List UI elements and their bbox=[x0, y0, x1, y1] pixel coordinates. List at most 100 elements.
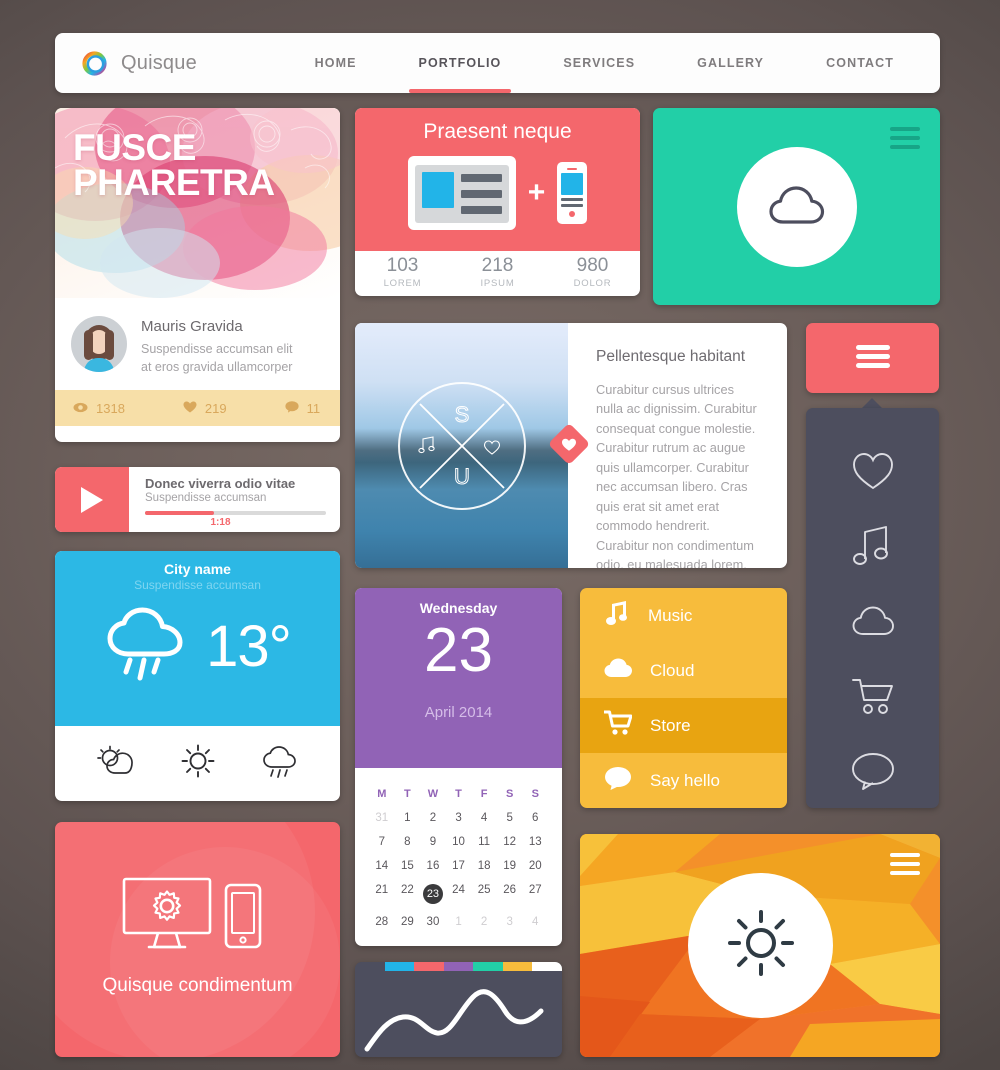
calendar-cell[interactable]: 29 bbox=[395, 910, 421, 934]
sidebar-item-chat[interactable] bbox=[851, 736, 895, 808]
stat-comments-value: 11 bbox=[306, 400, 321, 416]
calendar-cell[interactable]: 14 bbox=[369, 854, 395, 878]
rainbow-ring-logo-icon bbox=[82, 50, 107, 76]
weather-city: City name bbox=[164, 561, 231, 577]
sidebar-item-cart[interactable] bbox=[851, 661, 895, 736]
menu-list-card: Music Cloud Store Say hello bbox=[580, 588, 787, 808]
player-time: 1:18 bbox=[210, 517, 231, 528]
player-subtitle: Suspendisse accumsan bbox=[145, 492, 267, 504]
weather-card: City name Suspendisse accumsan 13° bbox=[55, 551, 340, 801]
condimentum-label: Quisque condimentum bbox=[102, 975, 293, 996]
avatar bbox=[71, 316, 127, 372]
chart-legend-blue bbox=[384, 962, 415, 971]
calendar-month-year: April 2014 bbox=[424, 704, 493, 721]
calendar-cell[interactable]: 18 bbox=[471, 854, 497, 878]
stat-likes[interactable]: 219 bbox=[183, 401, 227, 416]
svg-text:U: U bbox=[454, 464, 470, 489]
comment-icon bbox=[285, 400, 307, 416]
calendar-cell[interactable]: 27 bbox=[522, 878, 548, 910]
rain-cloud-icon bbox=[104, 604, 190, 689]
calendar-header-thu: T bbox=[455, 788, 462, 800]
cloud-card-hamburger-icon[interactable] bbox=[890, 127, 920, 154]
praesent-top: Praesent neque + bbox=[355, 108, 640, 251]
calendar-header: Wednesday 23 April 2014 bbox=[355, 588, 562, 768]
menu-item-music[interactable]: Music bbox=[580, 588, 787, 643]
calendar-cell-today[interactable]: 23 bbox=[420, 878, 446, 910]
calendar-cell[interactable]: 10 bbox=[446, 830, 472, 854]
calendar-cell[interactable]: 22 bbox=[395, 878, 421, 910]
menu-item-say-hello[interactable]: Say hello bbox=[580, 753, 787, 808]
calendar-cell[interactable]: 30 bbox=[420, 910, 446, 934]
calendar-cell[interactable]: 6 bbox=[522, 806, 548, 830]
calendar-cell[interactable]: 25 bbox=[471, 878, 497, 910]
player-progress-bar[interactable] bbox=[145, 511, 326, 515]
calendar-cell[interactable]: 1 bbox=[446, 910, 472, 934]
weather-main: 13° bbox=[55, 604, 340, 689]
eye-icon bbox=[73, 401, 96, 416]
sun-card-circle bbox=[688, 873, 833, 1018]
calendar-cell[interactable]: 3 bbox=[446, 806, 472, 830]
nav-link-contact[interactable]: CONTACT bbox=[826, 33, 894, 93]
calendar-cell[interactable]: 17 bbox=[446, 854, 472, 878]
nav-link-services[interactable]: SERVICES bbox=[563, 33, 635, 93]
navbar: Quisque HOME PORTFOLIO SERVICES GALLERY … bbox=[55, 33, 940, 93]
praesent-stat-ipsum-label: IPSUM bbox=[480, 278, 515, 289]
calendar-cell[interactable]: 8 bbox=[395, 830, 421, 854]
praesent-stat-dolor-number: 980 bbox=[576, 255, 609, 276]
cloud-icon bbox=[851, 605, 895, 642]
sun-icon[interactable] bbox=[181, 744, 215, 783]
praesent-stat-dolor: 980 DOLOR bbox=[545, 251, 640, 296]
calendar-cell[interactable]: 13 bbox=[522, 830, 548, 854]
calendar-cell[interactable]: 12 bbox=[497, 830, 523, 854]
calendar-cell[interactable]: 3 bbox=[497, 910, 523, 934]
chart-legend-slate bbox=[355, 962, 385, 971]
calendar-cell[interactable]: 4 bbox=[471, 806, 497, 830]
calendar-cell[interactable]: 11 bbox=[471, 830, 497, 854]
calendar-cell[interactable]: 5 bbox=[497, 806, 523, 830]
nav-link-home[interactable]: HOME bbox=[315, 33, 357, 93]
brand[interactable]: Quisque bbox=[82, 50, 197, 76]
sidebar-item-cloud[interactable] bbox=[851, 586, 895, 661]
sidebar-item-music[interactable] bbox=[852, 511, 893, 586]
calendar-cell[interactable]: 1 bbox=[395, 806, 421, 830]
calendar-header-sun: S bbox=[531, 788, 539, 800]
rain-cloud-icon[interactable] bbox=[261, 744, 299, 783]
plus-sign: + bbox=[527, 176, 546, 209]
menu-item-store[interactable]: Store bbox=[580, 698, 787, 753]
media-player-card: Donec viverra odio vitae Suspendisse acc… bbox=[55, 467, 340, 532]
profile-artwork-title: FUSCE PHARETRA bbox=[73, 127, 275, 201]
calendar-day-number: 23 bbox=[424, 616, 493, 685]
page-root: Quisque HOME PORTFOLIO SERVICES GALLERY … bbox=[0, 0, 1000, 1070]
calendar-cell[interactable]: 16 bbox=[420, 854, 446, 878]
calendar-cell[interactable]: 24 bbox=[446, 878, 472, 910]
sidebar-item-heart[interactable] bbox=[852, 436, 894, 511]
stat-comments[interactable]: 11 bbox=[285, 400, 321, 416]
calendar-cell[interactable]: 15 bbox=[395, 854, 421, 878]
praesent-stat-lorem-number: 103 bbox=[386, 255, 419, 276]
calendar-cell[interactable]: 2 bbox=[420, 806, 446, 830]
nav-link-gallery[interactable]: GALLERY bbox=[697, 33, 764, 93]
sun-card-hamburger-icon[interactable] bbox=[890, 853, 920, 880]
pellentesque-heading: Pellentesque habitant bbox=[596, 348, 746, 365]
fusce-line-1: FUSCE bbox=[73, 127, 196, 168]
sun-cloud-icon[interactable] bbox=[96, 745, 136, 782]
sidebar-toggle-button[interactable] bbox=[806, 323, 939, 393]
calendar-cell[interactable]: 28 bbox=[369, 910, 395, 934]
calendar-cell[interactable]: 31 bbox=[369, 806, 395, 830]
pellentesque-text: Pellentesque habitant Curabitur cursus u… bbox=[568, 323, 787, 568]
cloud-card bbox=[653, 108, 940, 305]
music-note-icon bbox=[852, 525, 893, 572]
calendar-cell[interactable]: 20 bbox=[522, 854, 548, 878]
nav-link-portfolio[interactable]: PORTFOLIO bbox=[408, 33, 512, 93]
praesent-card: Praesent neque + 103 LOREM 218 IPSUM 980… bbox=[355, 108, 640, 296]
stat-views[interactable]: 1318 bbox=[73, 401, 125, 416]
calendar-cell[interactable]: 21 bbox=[369, 878, 395, 910]
calendar-cell[interactable]: 9 bbox=[420, 830, 446, 854]
calendar-cell[interactable]: 2 bbox=[471, 910, 497, 934]
menu-item-cloud[interactable]: Cloud bbox=[580, 643, 787, 698]
calendar-card: Wednesday 23 April 2014 M T W T F S S 31… bbox=[355, 588, 562, 946]
calendar-cell[interactable]: 7 bbox=[369, 830, 395, 854]
calendar-cell[interactable]: 19 bbox=[497, 854, 523, 878]
calendar-cell[interactable]: 26 bbox=[497, 878, 523, 910]
calendar-cell[interactable]: 4 bbox=[522, 910, 548, 934]
